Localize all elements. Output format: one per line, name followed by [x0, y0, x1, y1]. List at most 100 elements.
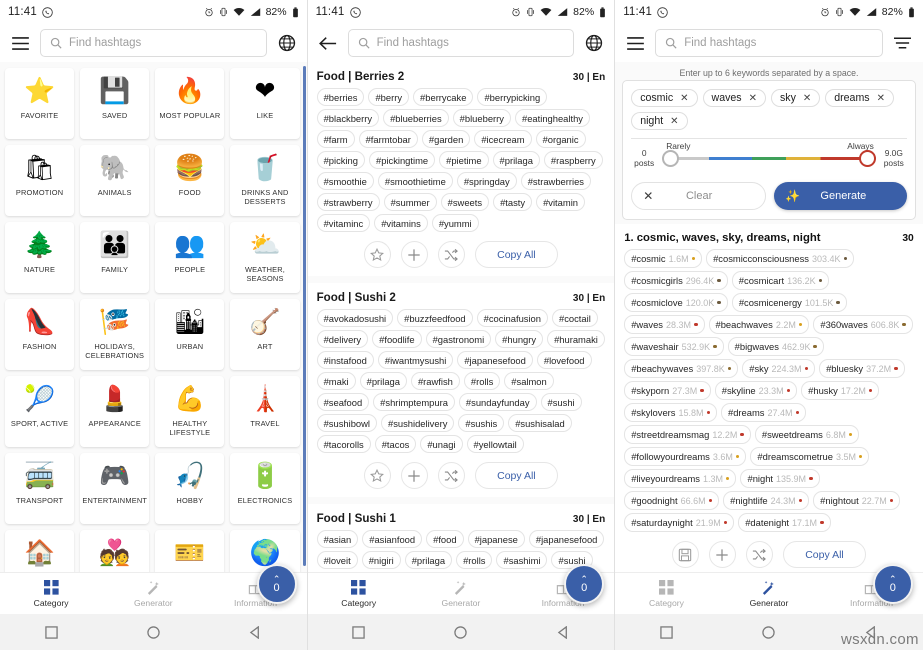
hashtag-chip[interactable]: #sweets	[440, 193, 490, 211]
category-card-hobby[interactable]: 🎣 HOBBY	[155, 453, 225, 524]
hashtag-chip[interactable]: #instafood	[316, 351, 374, 369]
category-card-promotion[interactable]: 🛍 PROMOTION	[5, 145, 75, 216]
category-card-most-popular[interactable]: 🔥 MOST POPULAR	[155, 68, 225, 139]
result-hashtag-chip[interactable]: #datenight 17.1M	[738, 513, 831, 532]
copy-all-button[interactable]: Copy All	[474, 462, 558, 489]
hashtag-chip[interactable]: #berrycake	[413, 88, 474, 106]
category-card-entertainment[interactable]: 🎮 ENTERTAINMENT	[80, 453, 150, 524]
hashtag-chip[interactable]: #vitamins	[374, 214, 428, 232]
scroll-to-top-fab[interactable]: ⌃ 0	[872, 564, 913, 604]
circle-icon[interactable]	[762, 625, 776, 639]
result-hashtag-chip[interactable]: #360waves 606.8K	[813, 315, 913, 334]
hashtag-chip[interactable]: #salmon	[504, 372, 554, 390]
result-hashtag-chip[interactable]: #goodnight 66.6M	[624, 491, 720, 510]
hashtag-chip[interactable]: #prilaga	[359, 372, 407, 390]
hashtag-chip[interactable]: #berries	[316, 88, 365, 106]
hashtag-chip[interactable]: #coctail	[552, 309, 598, 327]
result-hashtag-chip[interactable]: #waveshair 532.9K	[624, 337, 724, 356]
category-card-holidays-celebrations[interactable]: 🎏 HOLIDAYS, CELEBRATIONS	[80, 299, 150, 370]
hashtag-chip[interactable]: #icecream	[474, 130, 532, 148]
globe-icon[interactable]	[276, 32, 298, 54]
square-icon[interactable]	[44, 625, 58, 639]
hashtag-chip[interactable]: #iwantmysushi	[377, 351, 454, 369]
category-card-food[interactable]: 🍔 FOOD	[155, 145, 225, 216]
hashtag-chip[interactable]: #tasty	[493, 193, 533, 211]
clear-button[interactable]: ✕ Clear	[631, 182, 766, 210]
nav-tab-category[interactable]: Category	[615, 573, 718, 614]
hashtag-chip[interactable]: #hungry	[495, 330, 544, 348]
category-card-family[interactable]: 👪 FAMILY	[80, 222, 150, 293]
hashtag-chip[interactable]: #food	[426, 530, 464, 548]
filter-icon[interactable]	[892, 32, 914, 54]
hashtag-chip[interactable]: #pickingtime	[369, 151, 436, 169]
category-card-drinks-and-desserts[interactable]: 🥤 DRINKS AND DESSERTS	[230, 145, 300, 216]
category-scroll-area[interactable]: ⭐ FAVORITE 💾 SAVED 🔥 MOST POPULAR ❤ LIKE 🛍 PROMOT…	[0, 62, 307, 572]
star-button[interactable]	[363, 462, 391, 489]
back-arrow-icon[interactable]	[317, 32, 339, 54]
nav-tab-category[interactable]: Category	[0, 573, 102, 614]
hashtag-chip[interactable]: #seafood	[316, 393, 370, 411]
category-card-favorite[interactable]: ⭐ FAVORITE	[5, 68, 75, 139]
result-hashtag-chip[interactable]: #sweetdreams 6.8M	[754, 425, 860, 444]
scroll-to-top-fab[interactable]: ⌃ 0	[564, 564, 605, 604]
hashtag-chip[interactable]: #buzzfeedfood	[397, 309, 473, 327]
result-hashtag-chip[interactable]: #liveyourdreams 1.3M	[624, 469, 737, 488]
triangle-back-icon[interactable]	[557, 625, 570, 639]
category-card-healthy-lifestyle[interactable]: 💪 HEALTHY LIFESTYLE	[155, 376, 225, 447]
hashtag-chip[interactable]: #sushis	[458, 414, 505, 432]
hashtag-chip[interactable]: #nigiri	[361, 551, 401, 569]
slider-handle-min[interactable]	[662, 150, 680, 167]
search-input[interactable]: Find hashtags	[40, 29, 267, 57]
category-card-urban[interactable]: 🏙 URBAN	[155, 299, 225, 370]
circle-icon[interactable]	[454, 625, 468, 639]
hashtag-chip[interactable]: #unagi	[420, 435, 463, 453]
add-button[interactable]	[400, 241, 428, 268]
hashtag-chip[interactable]: #berry	[368, 88, 410, 106]
remove-keyword-icon[interactable]: ✕	[680, 93, 688, 104]
category-card-travel[interactable]: 🗼 TRAVEL	[230, 376, 300, 447]
save-button[interactable]	[671, 541, 699, 568]
add-button[interactable]	[400, 462, 428, 489]
result-hashtag-chip[interactable]: #cosmicconsciousness 303.4K	[706, 249, 854, 268]
globe-icon[interactable]	[583, 32, 605, 54]
keyword-chip-waves[interactable]: waves ✕	[702, 89, 766, 107]
hashtag-chip[interactable]: #berrypicking	[477, 88, 548, 106]
result-hashtag-chip[interactable]: #dreamscometrue 3.5M	[750, 447, 870, 466]
hashtag-chip[interactable]: #farmtobar	[358, 130, 418, 148]
remove-keyword-icon[interactable]: ✕	[803, 93, 811, 104]
hashtag-chip[interactable]: #japanesefood	[457, 351, 533, 369]
hashtag-chip[interactable]: #sundayfunday	[458, 393, 537, 411]
result-hashtag-chip[interactable]: #skyline 23.3M	[714, 381, 798, 400]
hashtag-chip[interactable]: #japanesefood	[528, 530, 605, 548]
circle-icon[interactable]	[147, 625, 160, 639]
hashtag-chip[interactable]: #sushisalad	[508, 414, 572, 432]
category-card-sport-active[interactable]: 🎾 SPORT, ACTIVE	[5, 376, 75, 447]
keyword-chip-night[interactable]: night ✕	[631, 112, 688, 130]
nav-tab-generator[interactable]: Generator	[102, 573, 204, 614]
category-card-transport[interactable]: 🚎 TRANSPORT	[5, 453, 75, 524]
result-hashtag-chip[interactable]: #streetdreamsmag 12.2M	[624, 425, 751, 444]
keyword-chip-cosmic[interactable]: cosmic ✕	[631, 89, 698, 107]
shuffle-button[interactable]	[437, 241, 465, 268]
hashtag-chip[interactable]: #maki	[316, 372, 356, 390]
remove-keyword-icon[interactable]: ✕	[670, 116, 678, 127]
result-hashtag-chip[interactable]: #cosmicenergy 101.5K	[731, 293, 847, 312]
result-hashtag-chip[interactable]: #saturdaynight 21.9M	[624, 513, 735, 532]
hashtag-chip[interactable]: #sushi	[540, 393, 582, 411]
hashtag-chip[interactable]: #sushibowl	[316, 414, 377, 432]
hashtag-chip[interactable]: #huramaki	[547, 330, 605, 348]
category-card-people[interactable]: 👥 PEOPLE	[155, 222, 225, 293]
shuffle-button[interactable]	[745, 541, 773, 568]
hashtag-chip[interactable]: #japanese	[467, 530, 525, 548]
result-hashtag-chip[interactable]: #skyporn 27.3M	[624, 381, 711, 400]
hashtag-chip[interactable]: #foodlife	[372, 330, 422, 348]
hashtag-chip[interactable]: #cocinafusion	[476, 309, 548, 327]
hashtag-chip[interactable]: #farm	[316, 130, 355, 148]
keyword-chip-dreams[interactable]: dreams ✕	[825, 89, 894, 107]
hashtag-chip[interactable]: #raspberry	[543, 151, 603, 169]
slider-track[interactable]: Rarely Always	[662, 141, 876, 171]
result-hashtag-chip[interactable]: #husky 17.2M	[801, 381, 880, 400]
hashtag-chip[interactable]: #smoothietime	[377, 172, 453, 190]
hashtag-chip[interactable]: #vitamin	[536, 193, 585, 211]
category-card-celebrity[interactable]: 🎫CELEBRITY	[155, 530, 225, 572]
